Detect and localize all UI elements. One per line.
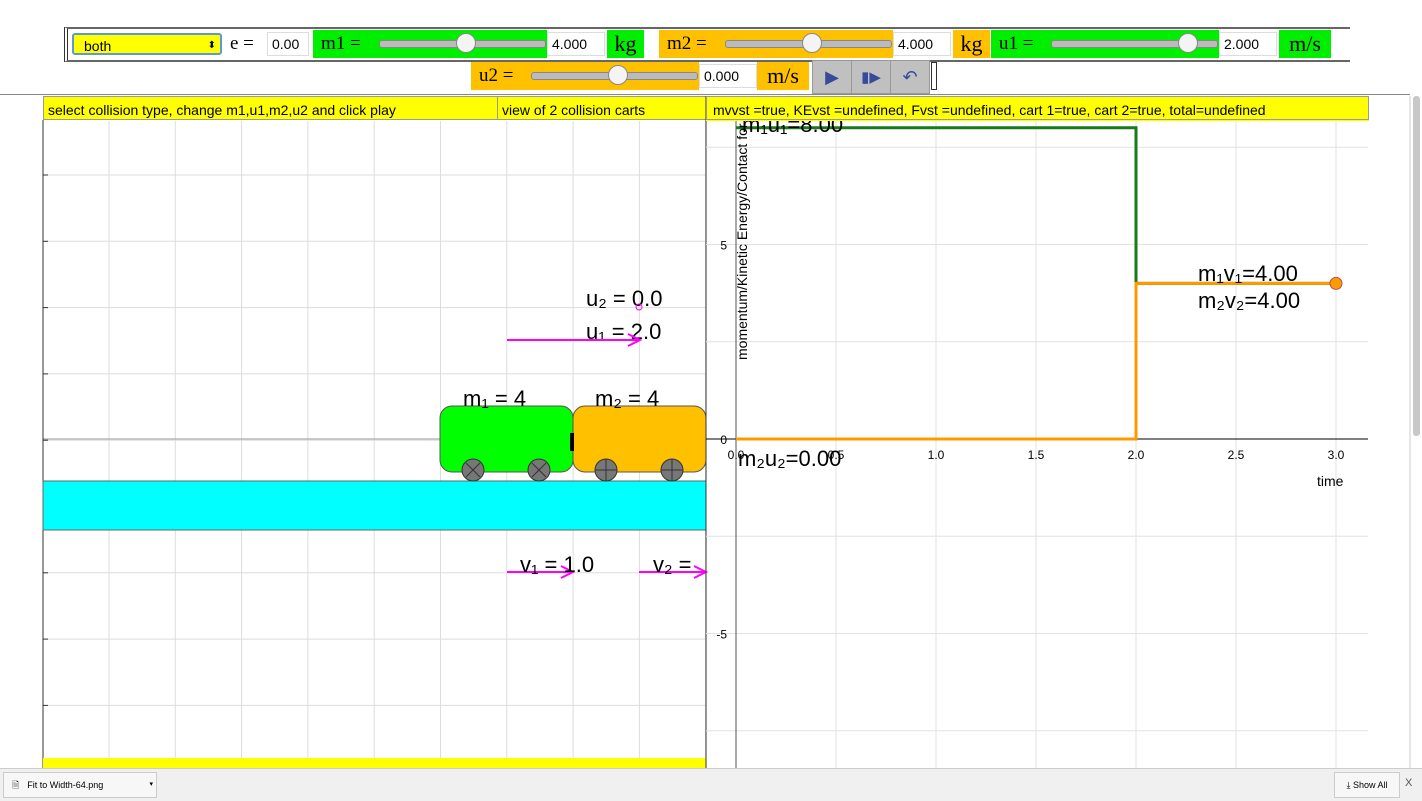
scrollbar-thumb[interactable] — [1413, 96, 1420, 436]
show-all-button[interactable]: ⤓ Show All — [1334, 772, 1400, 798]
download-item[interactable]: 🗎 Fit to Width-64.png ▾ — [3, 772, 157, 798]
graph-grid — [706, 121, 1368, 768]
v2-readout: v₂ = — [653, 552, 692, 577]
v1-readout: v₁ = 1.0 — [520, 552, 594, 577]
cart-1 — [439, 405, 574, 473]
x-tick-label: 1.0 — [928, 448, 945, 462]
show-all-label: Show All — [1352, 780, 1388, 790]
cart-bumper — [570, 433, 574, 451]
file-icon: 🗎 — [12, 780, 20, 790]
u2-readout: u₂ = 0.0 — [586, 286, 662, 311]
graph-y-label: momentum/Kinetic Energy/Contact for — [734, 123, 750, 360]
x-tick-label: 2.0 — [1128, 448, 1145, 462]
series-endpoint — [1329, 276, 1343, 290]
m2u2-label: m₂u₂=0.00 — [738, 446, 841, 471]
x-tick-label: 1.5 — [1028, 448, 1045, 462]
download-icon: ⤓ — [1346, 780, 1351, 790]
m2-label-sim: m₂ = 4 — [595, 386, 659, 411]
close-shelf-button[interactable]: X — [1405, 777, 1412, 789]
x-tick-label: 2.5 — [1228, 448, 1245, 462]
m1v1-label: m₁v₁=4.00 — [1198, 261, 1298, 286]
download-filename: Fit to Width-64.png — [27, 780, 104, 790]
y-tick-label: -5 — [716, 628, 727, 642]
track — [42, 480, 707, 531]
download-shelf: 🗎 Fit to Width-64.png ▾ ⤓ Show All X — [0, 768, 1422, 801]
status-bar: mvvst =true, KEvst =undefined, Fvst =und… — [706, 96, 1369, 120]
x-tick-label: 3.0 — [1328, 448, 1345, 462]
y-tick-label: 5 — [720, 239, 727, 253]
y-tick-label: 0 — [720, 433, 727, 447]
download-menu-arrow[interactable]: ▾ — [149, 773, 153, 797]
graph-x-label: time — [1317, 473, 1344, 489]
m2v2-label: m₂v₂=4.00 — [1198, 288, 1300, 313]
cart-2 — [572, 405, 707, 473]
m1-label-sim: m₁ = 4 — [463, 386, 526, 411]
